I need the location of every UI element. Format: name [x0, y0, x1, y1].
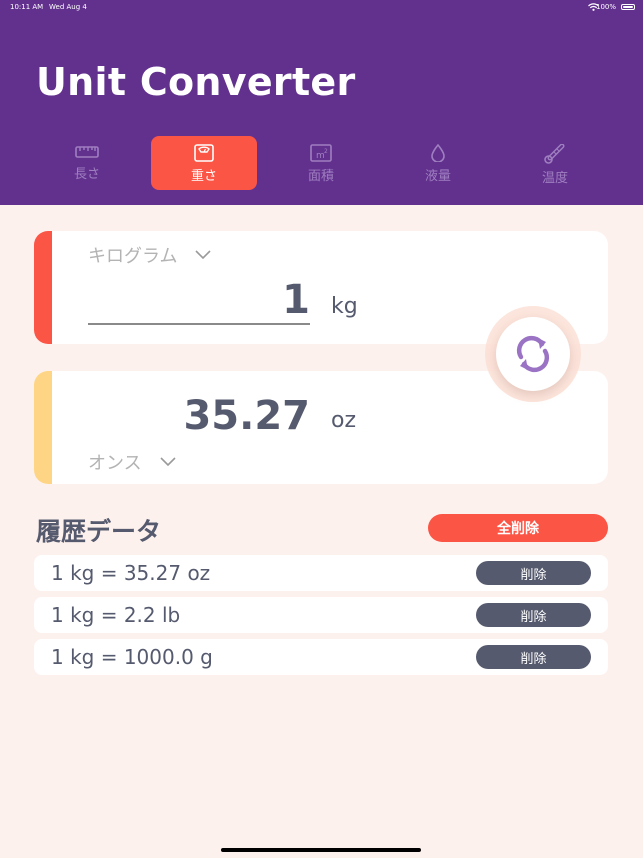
delete-button[interactable]: 削除	[476, 603, 591, 627]
history-entry: 1 kg = 35.27 oz	[51, 561, 211, 585]
unit-category-tabs: 長さ 重さ m2 面積 液量 温度	[34, 136, 609, 190]
swap-arrows-icon	[516, 335, 550, 373]
card-accent-stripe	[34, 371, 52, 484]
status-bar: 10:11 AM Wed Aug 4 100%	[0, 3, 643, 15]
app-title: Unit Converter	[36, 60, 356, 104]
app-header: 10:11 AM Wed Aug 4 100% Unit Converter 長…	[0, 0, 643, 205]
from-value-input[interactable]: 1	[88, 277, 310, 325]
tab-temperature[interactable]: 温度	[502, 136, 608, 190]
tab-length[interactable]: 長さ	[34, 136, 140, 190]
history-entry: 1 kg = 1000.0 g	[51, 645, 213, 669]
from-unit-abbr: kg	[331, 294, 358, 319]
history-row: 1 kg = 1000.0 g 削除	[34, 639, 608, 675]
tab-label: 長さ	[73, 167, 100, 182]
tab-area[interactable]: m2 面積	[268, 136, 374, 190]
tab-label: 液量	[424, 169, 451, 184]
scale-icon	[194, 144, 214, 162]
chevron-down-icon	[160, 457, 176, 467]
chevron-down-icon	[195, 250, 212, 260]
battery-icon	[621, 4, 635, 10]
tab-liquid[interactable]: 液量	[385, 136, 491, 190]
history-row: 1 kg = 2.2 lb 削除	[34, 597, 608, 633]
battery-percent: 100%	[595, 3, 616, 11]
swap-units-button[interactable]	[496, 317, 570, 391]
from-unit-select[interactable]: キログラム	[88, 242, 212, 268]
history-entry: 1 kg = 2.2 lb	[51, 603, 181, 627]
thermometer-icon	[544, 144, 565, 164]
delete-button[interactable]: 削除	[476, 561, 591, 585]
converted-value: 35.27	[183, 393, 310, 439]
home-indicator[interactable]	[221, 848, 421, 852]
to-unit-abbr: oz	[331, 408, 357, 433]
tab-weight[interactable]: 重さ	[151, 136, 257, 190]
history-title: 履歴データ	[36, 517, 162, 546]
svg-text:2: 2	[324, 148, 328, 155]
to-unit-name: オンス	[88, 453, 142, 474]
to-unit-select[interactable]: オンス	[88, 449, 176, 475]
history-row: 1 kg = 35.27 oz 削除	[34, 555, 608, 591]
area-icon: m2	[310, 144, 332, 162]
status-date: Wed Aug 4	[49, 3, 87, 11]
droplet-icon	[431, 144, 445, 162]
clear-all-button[interactable]: 全削除	[428, 514, 608, 542]
delete-button[interactable]: 削除	[476, 645, 591, 669]
tab-label: 重さ	[190, 169, 217, 184]
from-unit-name: キログラム	[88, 246, 178, 267]
tab-label: 面積	[307, 169, 334, 184]
tab-label: 温度	[541, 171, 568, 186]
card-accent-stripe	[34, 231, 52, 344]
ruler-icon	[75, 146, 99, 158]
status-time: 10:11 AM	[10, 3, 44, 11]
